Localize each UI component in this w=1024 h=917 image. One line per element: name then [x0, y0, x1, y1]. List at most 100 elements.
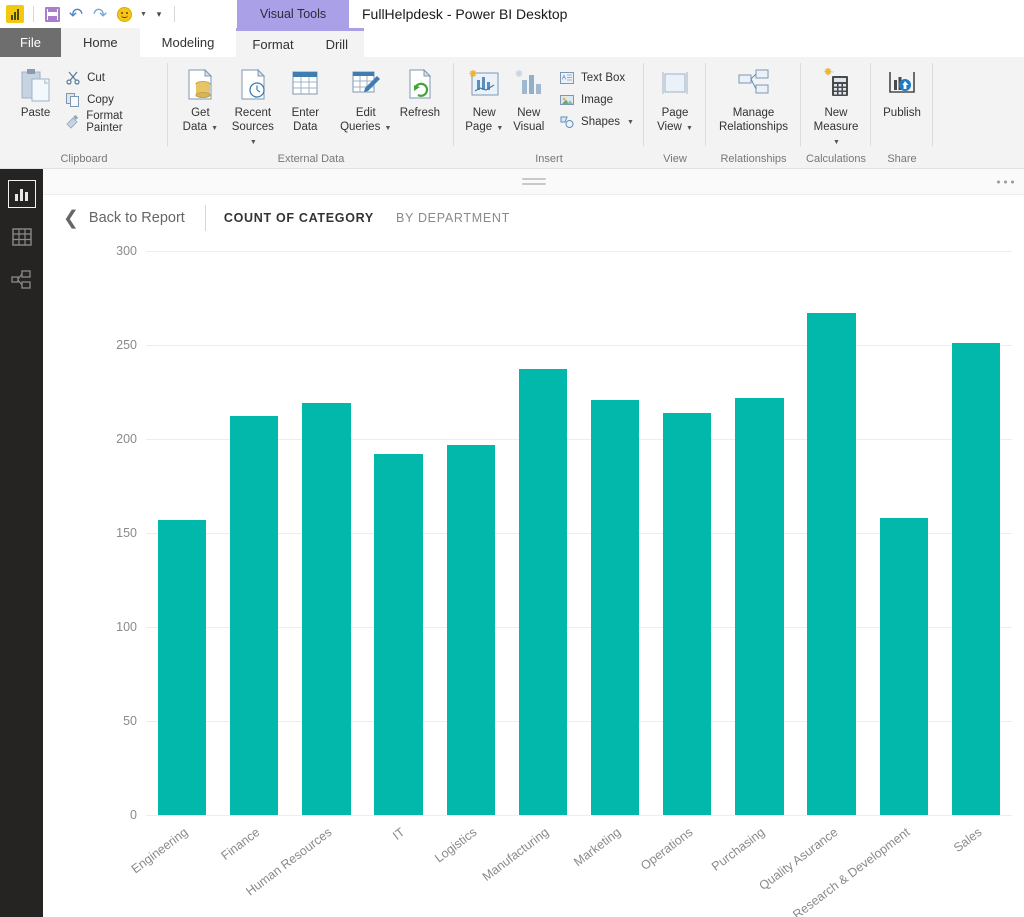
smiley-feedback-icon[interactable]: [113, 3, 135, 25]
bar-slot: [507, 251, 579, 815]
grip-handle-icon[interactable]: [522, 178, 546, 185]
tab-drill[interactable]: Drill: [310, 31, 364, 57]
bar[interactable]: [374, 454, 422, 815]
shapes-dropdown-icon[interactable]: ▼: [627, 119, 634, 126]
bar[interactable]: [880, 518, 928, 815]
recent-sources-dropdown-icon[interactable]: ▼: [250, 139, 257, 146]
bar[interactable]: [952, 343, 1000, 815]
undo-icon[interactable]: ↶: [65, 3, 87, 25]
bar[interactable]: [302, 403, 350, 815]
bar[interactable]: [591, 400, 639, 815]
edit-queries-button[interactable]: Edit Queries ▼: [340, 63, 392, 136]
report-view-icon[interactable]: [9, 181, 35, 207]
visual-title: COUNT OF CATEGORY: [224, 211, 374, 225]
new-visual-label-1: New: [517, 107, 540, 119]
header-divider: [205, 205, 206, 231]
y-axis-tick-label: 0: [101, 808, 137, 822]
new-visual-icon: [512, 67, 546, 103]
contextual-tab-banner: Visual Tools: [237, 0, 349, 28]
tab-home[interactable]: Home: [61, 28, 140, 57]
paste-button[interactable]: Paste: [8, 63, 63, 120]
text-box-button[interactable]: A Text Box: [557, 67, 636, 89]
x-axis-tick-label: Logistics: [432, 825, 479, 865]
publish-button[interactable]: Publish: [879, 63, 925, 120]
page-view-dropdown-icon[interactable]: ▼: [686, 125, 693, 132]
bar-slot: [435, 251, 507, 815]
format-painter-button[interactable]: Format Painter: [63, 111, 160, 133]
tab-format[interactable]: Format: [236, 31, 309, 57]
new-measure-button[interactable]: New Measure ▼: [809, 63, 863, 150]
image-button[interactable]: Image: [557, 89, 636, 111]
back-to-report-button[interactable]: ❮ Back to Report: [63, 209, 185, 228]
bar-slot: [218, 251, 290, 815]
tab-modeling[interactable]: Modeling: [140, 28, 237, 57]
page-view-label-1: Page: [662, 107, 689, 119]
bar[interactable]: [230, 416, 278, 815]
manage-relationships-label-2: Relationships: [719, 121, 788, 133]
cut-label: Cut: [87, 72, 105, 84]
new-page-button[interactable]: New Page ▼: [462, 63, 507, 136]
text-box-label: Text Box: [581, 72, 625, 84]
powerbi-logo-icon[interactable]: [4, 3, 26, 25]
tab-file[interactable]: File: [0, 28, 61, 57]
manage-relationships-button[interactable]: Manage Relationships: [714, 63, 793, 134]
get-data-button[interactable]: Get Data ▼: [176, 63, 225, 136]
bar[interactable]: [158, 520, 206, 815]
bar[interactable]: [735, 398, 783, 815]
format-painter-label: Format Painter: [86, 110, 158, 134]
ribbon-group-title-clipboard: Clipboard: [0, 150, 168, 168]
ribbon-filler: [933, 57, 1024, 168]
gridline: [146, 815, 1012, 816]
new-visual-button[interactable]: New Visual: [507, 63, 552, 134]
shapes-label: Shapes: [581, 116, 620, 128]
bar[interactable]: [519, 369, 567, 815]
model-view-icon[interactable]: [9, 267, 35, 293]
visual-subtitle: BY DEPARTMENT: [396, 211, 510, 225]
page-view-button[interactable]: Page View ▼: [652, 63, 698, 136]
shapes-button[interactable]: Shapes ▼: [557, 111, 636, 133]
ribbon-group-title-external-data: External Data: [168, 150, 454, 168]
ribbon-group-title-share: Share: [871, 150, 933, 168]
recent-sources-button[interactable]: Recent Sources ▼: [227, 63, 279, 150]
view-switcher-sidebar: [0, 169, 43, 917]
smiley-dropdown-icon[interactable]: ▼: [137, 3, 149, 25]
edit-queries-icon: [349, 67, 383, 103]
save-icon[interactable]: [41, 3, 63, 25]
paste-icon: [19, 67, 53, 103]
copy-icon: [65, 92, 81, 108]
data-view-icon[interactable]: [9, 224, 35, 250]
quick-access-toolbar: ↶ ↷ ▼ ▾: [0, 3, 180, 25]
ellipsis-icon[interactable]: [997, 180, 1014, 183]
redo-icon[interactable]: ↷: [89, 3, 111, 25]
enter-data-button[interactable]: Enter Data: [281, 63, 330, 134]
bar-slot: [146, 251, 218, 815]
x-axis-labels: EngineeringFinanceHuman ResourcesITLogis…: [146, 825, 1012, 917]
new-page-dropdown-icon[interactable]: ▼: [496, 125, 503, 132]
y-axis-tick-label: 100: [101, 620, 137, 634]
cut-button[interactable]: Cut: [63, 67, 160, 89]
y-axis-tick-label: 50: [101, 714, 137, 728]
refresh-button[interactable]: Refresh: [394, 63, 446, 120]
ribbon-group-relationships: Manage Relationships Relationships: [706, 57, 801, 168]
enter-data-label-1: Enter: [292, 107, 320, 119]
bar[interactable]: [807, 313, 855, 815]
scissors-icon: [65, 70, 81, 86]
chevron-left-icon: ❮: [63, 209, 79, 228]
manage-relationships-icon: [737, 67, 771, 103]
ribbon-group-title-view: View: [644, 150, 706, 168]
paste-label: Paste: [21, 106, 50, 120]
get-data-dropdown-icon[interactable]: ▼: [211, 125, 218, 132]
bar[interactable]: [663, 413, 711, 815]
focus-mode-header: ❮ Back to Report COUNT OF CATEGORY BY DE…: [43, 195, 1024, 241]
new-measure-dropdown-icon[interactable]: ▼: [833, 139, 840, 146]
qat-divider: [33, 6, 34, 22]
image-label: Image: [581, 94, 613, 106]
customize-qat-icon[interactable]: ▾: [151, 3, 167, 25]
bar-slot: [579, 251, 651, 815]
bar[interactable]: [447, 445, 495, 815]
bar-slot: [940, 251, 1012, 815]
x-axis-tick-label: Finance: [219, 825, 263, 863]
edit-queries-dropdown-icon[interactable]: ▼: [385, 125, 392, 132]
manage-relationships-label-1: Manage: [733, 107, 775, 119]
copy-button[interactable]: Copy: [63, 89, 160, 111]
